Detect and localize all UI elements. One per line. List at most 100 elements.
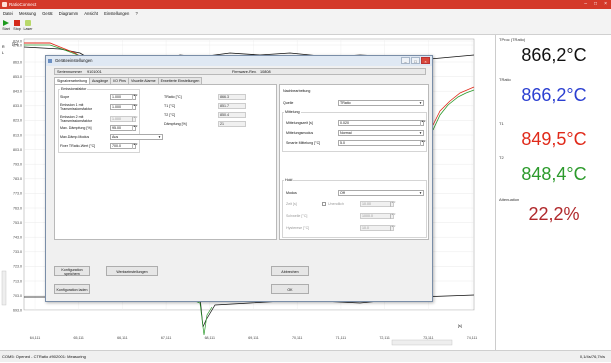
- menu-help[interactable]: ?: [136, 11, 138, 16]
- status-rate: 0,1/4s/76,7h/s: [579, 354, 605, 359]
- menu-datei[interactable]: Datei: [3, 11, 13, 16]
- vertical-scrollbar: [1, 270, 7, 306]
- x-tick-label: 64,111: [30, 336, 40, 340]
- close-button[interactable]: ×: [604, 0, 607, 9]
- hold-mode-select[interactable]: Off ▼: [338, 190, 424, 196]
- card-tproc: TProc (TRatio) 866,2°C: [497, 37, 611, 77]
- t1-readout-label: T1 [°C]: [164, 104, 176, 108]
- menu-messung[interactable]: Messung: [19, 11, 36, 16]
- card-label: T1: [499, 121, 504, 126]
- y-tick-label: 693.0: [13, 309, 22, 313]
- slope-label: Slope: [60, 95, 70, 99]
- avg-time-label: Mittelungszeit [s]: [286, 121, 313, 125]
- tab-visual-alarms[interactable]: Visuelle Alarme: [127, 77, 159, 84]
- save-config-button[interactable]: Konfiguration speichern: [54, 266, 90, 276]
- y-tick-label: 843.0: [13, 90, 22, 94]
- y-tick-label: 803.0: [13, 148, 22, 152]
- smart-avg-label: Smarte Mittelung [°C]: [286, 141, 321, 145]
- t2-readout-label: T2 [°C]: [164, 113, 176, 117]
- emission1-input[interactable]: 1.000 ▲▼: [110, 104, 138, 110]
- settings-icon: [48, 59, 52, 63]
- menu-einstellungen[interactable]: Einstellungen: [104, 11, 129, 16]
- post-processing-panel: Nachbearbeitung Quelle TRatio ▼ Mittelung…: [279, 84, 429, 240]
- card-value: 849,5°C: [521, 129, 587, 149]
- hold-group-label: Hold: [284, 178, 294, 182]
- hysteresis-label: Hysterese [°C]: [286, 226, 310, 230]
- menu-geraet[interactable]: Gerät: [42, 11, 52, 16]
- x-tick-label: 74,111: [467, 336, 477, 340]
- ok-button[interactable]: OK: [271, 284, 309, 294]
- attenuation-readout: 21: [218, 121, 246, 127]
- unlimited-checkbox[interactable]: [322, 202, 326, 206]
- y-tick-label: 733.0: [13, 250, 22, 254]
- serial-label: Seriennummer: [57, 70, 82, 74]
- emission2-input[interactable]: 1.000 ▲▼: [110, 116, 138, 122]
- toolbar: Start Stop Laser: [0, 18, 611, 35]
- play-icon: [3, 20, 9, 26]
- y-tick-label: 833.0: [13, 104, 22, 108]
- max-attenuation-input[interactable]: 95.00 ▲▼: [110, 125, 138, 131]
- card-label: T2: [499, 155, 504, 160]
- threshold-input[interactable]: 1000.0 ▲▼: [360, 213, 396, 219]
- smart-avg-input[interactable]: 5.0 ▲▼: [338, 140, 426, 146]
- stop-button[interactable]: Stop: [12, 19, 22, 31]
- card-value: 866,2°C: [521, 45, 587, 65]
- load-config-button[interactable]: Konfiguration laden: [54, 284, 90, 294]
- firmware-value: 10808: [260, 70, 271, 74]
- card-value: 848,4°C: [521, 164, 587, 184]
- avg-time-input[interactable]: 0.020 ▲▼: [338, 120, 426, 126]
- maximize-button[interactable]: □: [594, 0, 597, 9]
- dialog-minimize-button[interactable]: –: [401, 57, 410, 64]
- minimize-button[interactable]: –: [584, 0, 587, 9]
- y-tick-label: 753.0: [13, 221, 22, 225]
- slope-input[interactable]: 1.000 ▲▼: [110, 94, 138, 100]
- hold-time-input[interactable]: 10.00 ▲▼: [360, 201, 396, 207]
- x-tick-label: 71,111: [336, 336, 346, 340]
- tab-signal-processing[interactable]: Signalverarbeitung: [54, 77, 90, 84]
- signal-processing-panel: Emissionsfaktor Slope 1.000 ▲▼ Emission 1…: [54, 84, 277, 240]
- tab-outputs[interactable]: Ausgänge: [88, 77, 112, 84]
- dialog-maximize-button[interactable]: □: [411, 57, 420, 64]
- y-tick-label: 863.0: [13, 60, 22, 64]
- y-tick-label: 763.0: [13, 206, 22, 210]
- menu-ansicht[interactable]: Ansicht: [84, 11, 98, 16]
- card-label: Attenuation: [499, 197, 520, 202]
- card-tratio: TRatio 866,2°C: [497, 77, 611, 117]
- hold-mode-label: Modus: [286, 191, 297, 195]
- x-tick-label: 72,111: [379, 336, 389, 340]
- menu-diagramm[interactable]: Diagramm: [59, 11, 78, 16]
- avg-mode-select[interactable]: Normal ▼: [338, 130, 424, 136]
- t2-readout: 850.4: [218, 112, 246, 118]
- window-title: RatioConnect: [9, 2, 37, 7]
- status-bar: COM5: Opened - CTRatio #902001: Measurin…: [0, 350, 611, 362]
- tab-io-pins[interactable]: I/O Pins: [110, 77, 129, 84]
- hysteresis-input[interactable]: 10.0 ▲▼: [360, 225, 396, 231]
- tab-advanced-settings[interactable]: Erweiterte Einstellungen: [157, 77, 203, 84]
- laser-button[interactable]: Laser: [23, 19, 33, 31]
- start-button[interactable]: Start: [1, 19, 11, 31]
- factory-settings-button[interactable]: Werkseinstellungen: [106, 266, 158, 276]
- card-t2: T2 848,4°C: [497, 155, 611, 195]
- dialog-close-button[interactable]: ×: [421, 57, 430, 64]
- device-info-row: Seriennummer 9101001 Firmware-Rev. 10808: [54, 68, 426, 75]
- device-settings-dialog: Geräteeinstellungen – □ × Seriennummer 910…: [45, 55, 433, 302]
- max-attenuation-mode-select[interactable]: Aus ▼: [110, 134, 163, 140]
- y-tick-label: 813.0: [13, 133, 22, 137]
- y-tick-label: 723.0: [13, 265, 22, 269]
- post-processing-title: Nachbearbeitung: [283, 89, 311, 93]
- horizontal-scrollbar: [391, 339, 453, 346]
- source-select[interactable]: TRatio ▼: [338, 100, 424, 106]
- x-tick-label: 68,111: [205, 336, 215, 340]
- legend-r: R: [2, 45, 5, 49]
- tratio-readout: 866.3: [218, 94, 246, 100]
- cancel-button[interactable]: Abbrechen: [271, 266, 309, 276]
- x-unit-label: [s]: [458, 324, 462, 328]
- fixed-tratio-input[interactable]: 700.0 ▲▼: [110, 143, 138, 149]
- dialog-title-bar: Geräteeinstellungen – □ ×: [46, 56, 432, 66]
- card-value: 866,2°C: [521, 85, 587, 105]
- y-tick-label: 853.0: [13, 75, 22, 79]
- y-unit-label: [°C]: [12, 42, 18, 46]
- y-tick-label: 743.0: [13, 236, 22, 240]
- y-tick-label: 773.0: [13, 192, 22, 196]
- y-tick-label: 793.0: [13, 163, 22, 167]
